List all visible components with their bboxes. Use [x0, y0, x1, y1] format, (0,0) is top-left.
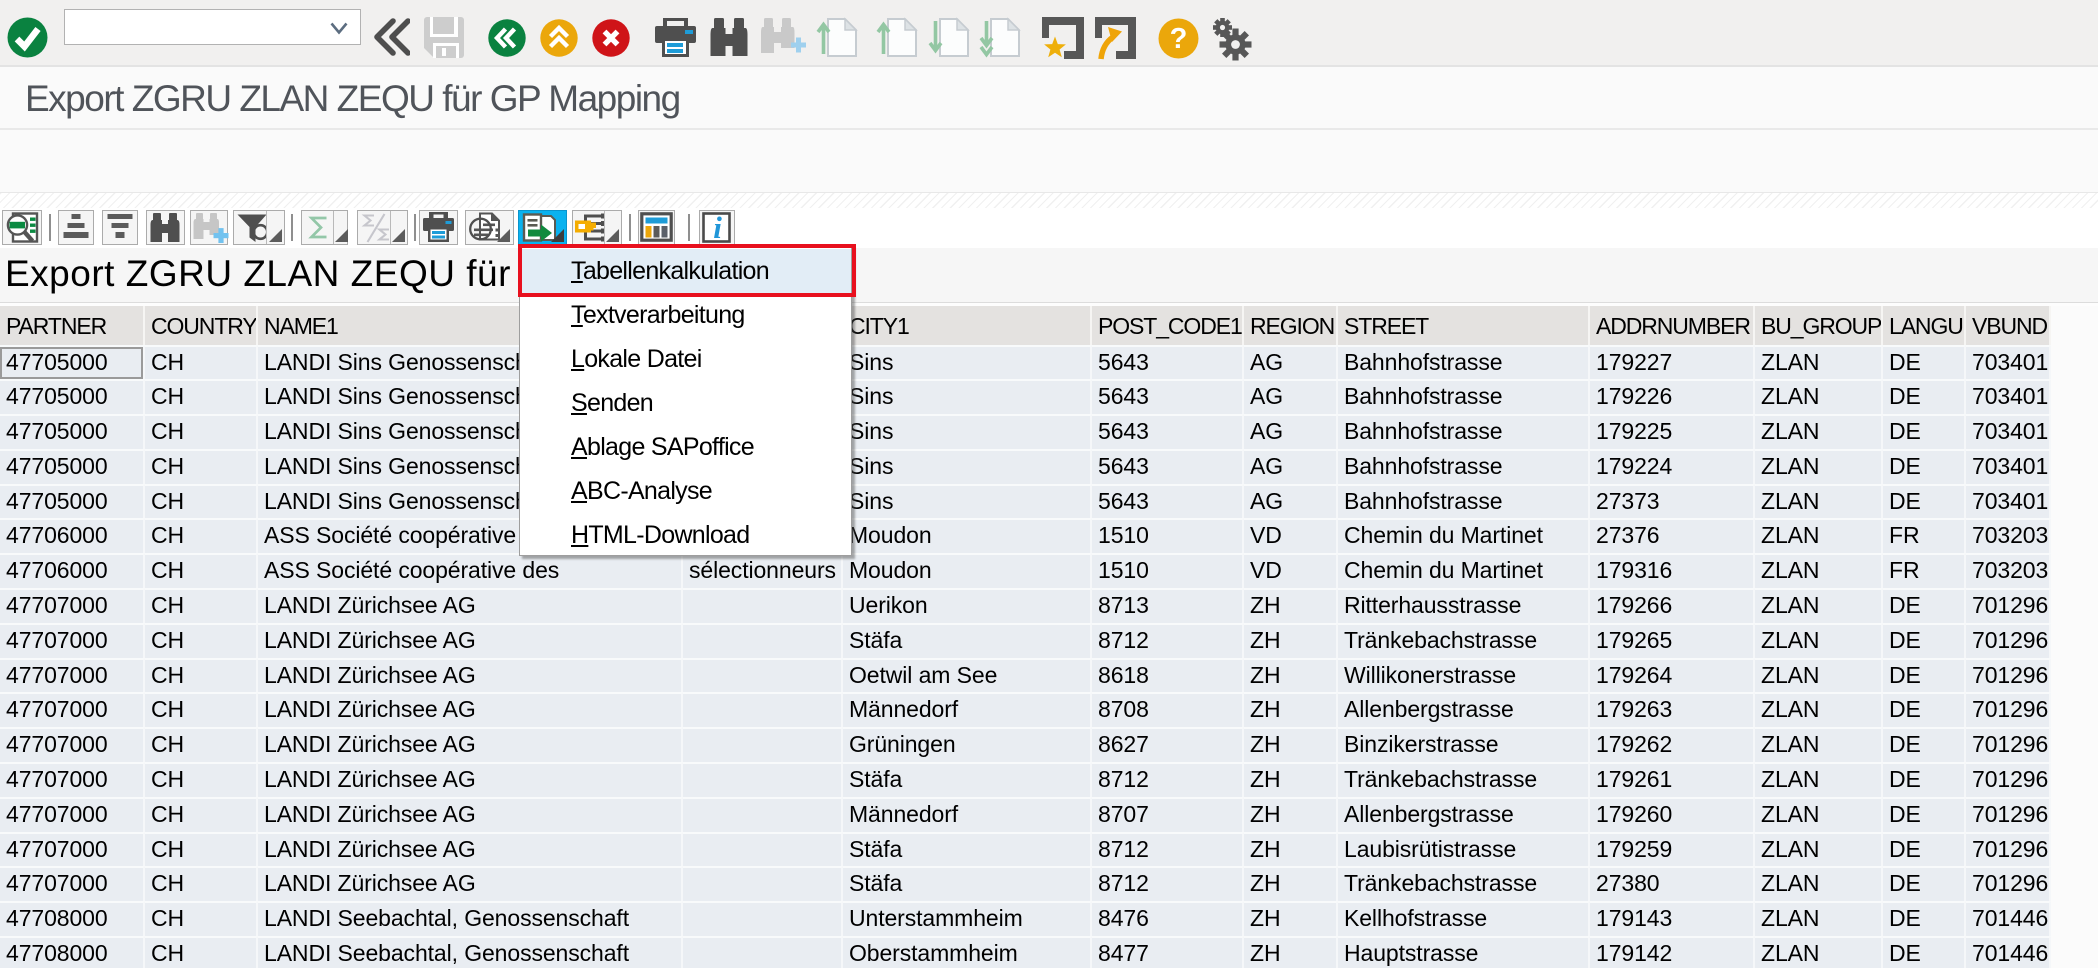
svg-text:i: i — [713, 212, 722, 243]
svg-text:?: ? — [1170, 23, 1188, 55]
